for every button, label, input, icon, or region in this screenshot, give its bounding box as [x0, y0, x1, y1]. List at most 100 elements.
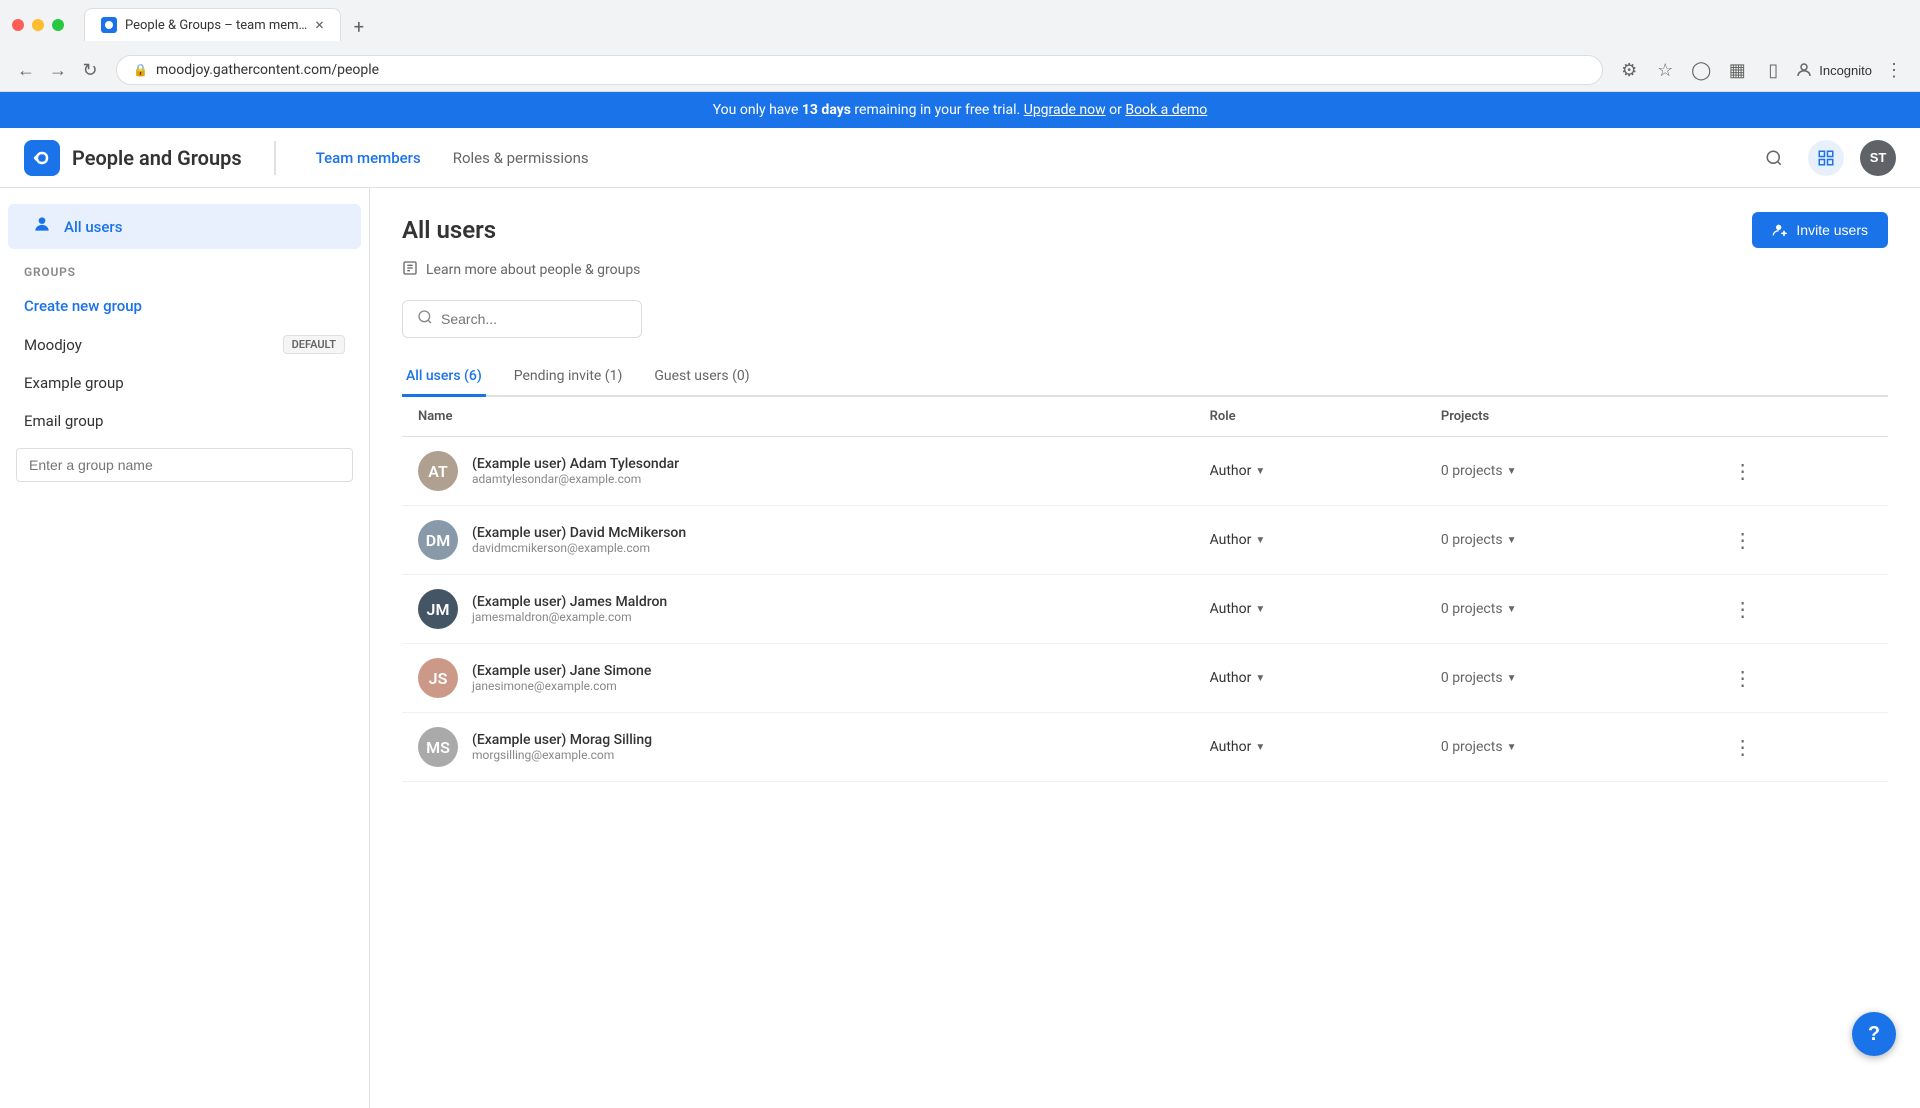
app-logo[interactable] [24, 140, 60, 176]
projects-dropdown[interactable]: 0 projects ▼ [1441, 601, 1693, 617]
group-example[interactable]: Example group [0, 364, 369, 402]
window-close-btn[interactable] [12, 19, 24, 31]
role-label: Author [1210, 532, 1252, 548]
user-name-cell: JS (Example user) Jane Simone janesimone… [402, 644, 1194, 713]
sidebar-browser-btn[interactable]: ▯ [1759, 56, 1787, 84]
active-tab[interactable]: People & Groups – team mem… × [84, 8, 341, 41]
group-name: Email group [24, 412, 103, 430]
incognito-btn[interactable]: Incognito [1795, 61, 1872, 79]
banner-prefix: You only have [713, 102, 802, 118]
tab-close-btn[interactable]: × [315, 17, 324, 33]
user-role-cell: Author ▼ [1194, 713, 1425, 782]
chevron-down-icon: ▼ [1255, 742, 1265, 753]
app-header: People and Groups Team members Roles & p… [0, 128, 1920, 188]
upgrade-link[interactable]: Upgrade now [1024, 102, 1106, 118]
profile-circle-btn[interactable]: ◯ [1687, 56, 1715, 84]
learn-more-link[interactable]: Learn more about people & groups [402, 260, 1888, 280]
group-moodjoy[interactable]: Moodjoy DEFAULT [0, 325, 369, 364]
chevron-down-icon: ▼ [1507, 742, 1517, 753]
projects-dropdown[interactable]: 0 projects ▼ [1441, 463, 1693, 479]
more-browser-btn[interactable]: ⋮ [1880, 56, 1908, 84]
user-role-cell: Author ▼ [1194, 437, 1425, 506]
window-maximize-btn[interactable] [52, 19, 64, 31]
create-new-group[interactable]: Create new group [0, 287, 369, 325]
search-icon [417, 309, 433, 329]
user-role-cell: Author ▼ [1194, 506, 1425, 575]
col-name: Name [402, 397, 1194, 437]
projects-dropdown[interactable]: 0 projects ▼ [1441, 739, 1693, 755]
user-more-btn[interactable]: ⋮ [1725, 593, 1761, 626]
user-projects-cell: 0 projects ▼ [1425, 506, 1709, 575]
tab-pending-invite[interactable]: Pending invite (1) [510, 358, 627, 397]
window-minimize-btn[interactable] [32, 19, 44, 31]
table-row: JM (Example user) James Maldron jamesmal… [402, 575, 1888, 644]
user-display-name: (Example user) David McMikerson [472, 525, 686, 541]
grid-icon-btn[interactable] [1808, 140, 1844, 176]
user-more-btn[interactable]: ⋮ [1725, 731, 1761, 764]
new-group-input-area [16, 448, 353, 482]
user-avatar-btn[interactable]: ST [1860, 140, 1896, 176]
role-dropdown[interactable]: Author ▼ [1210, 463, 1409, 479]
user-avatar: JS [418, 658, 458, 698]
role-dropdown[interactable]: Author ▼ [1210, 739, 1409, 755]
banner-days: 13 days [802, 102, 851, 118]
tab-all-users[interactable]: All users (6) [402, 358, 486, 397]
col-role: Role [1194, 397, 1425, 437]
sidebar-all-users[interactable]: All users [8, 204, 361, 249]
user-email: adamtylesondar@example.com [472, 472, 679, 486]
user-display-name: (Example user) James Maldron [472, 594, 667, 610]
user-more-btn[interactable]: ⋮ [1725, 524, 1761, 557]
demo-link[interactable]: Book a demo [1125, 102, 1207, 118]
banner-or: or [1106, 102, 1126, 118]
role-dropdown[interactable]: Author ▼ [1210, 601, 1409, 617]
trial-banner: You only have 13 days remaining in your … [0, 92, 1920, 128]
user-display-name: (Example user) Morag Silling [472, 732, 652, 748]
user-more-btn[interactable]: ⋮ [1725, 455, 1761, 488]
forward-btn[interactable]: → [44, 56, 72, 84]
user-role-cell: Author ▼ [1194, 644, 1425, 713]
user-display-name: (Example user) Adam Tylesondar [472, 456, 679, 472]
projects-label: 0 projects [1441, 463, 1503, 479]
group-email[interactable]: Email group [0, 402, 369, 440]
tab-bar: People & Groups – team mem… × + [72, 8, 385, 41]
extensions-btn[interactable]: ⚙ [1615, 56, 1643, 84]
user-more-btn[interactable]: ⋮ [1725, 662, 1761, 695]
tab-guest-users[interactable]: Guest users (0) [650, 358, 753, 397]
user-projects-cell: 0 projects ▼ [1425, 644, 1709, 713]
user-email: janesimone@example.com [472, 679, 651, 693]
refresh-btn[interactable]: ↻ [76, 56, 104, 84]
nav-team-members[interactable]: Team members [300, 141, 437, 175]
window-controls [12, 19, 64, 31]
projects-dropdown[interactable]: 0 projects ▼ [1441, 670, 1693, 686]
role-dropdown[interactable]: Author ▼ [1210, 532, 1409, 548]
learn-more-text: Learn more about people & groups [426, 262, 640, 278]
help-btn[interactable]: ? [1852, 1012, 1896, 1056]
default-badge: DEFAULT [283, 335, 345, 354]
user-role-cell: Author ▼ [1194, 575, 1425, 644]
user-avatar: AT [418, 451, 458, 491]
col-actions [1709, 397, 1888, 437]
role-dropdown[interactable]: Author ▼ [1210, 670, 1409, 686]
new-tab-btn[interactable]: + [345, 13, 373, 41]
user-avatar: MS [418, 727, 458, 767]
table-row: MS (Example user) Morag Silling morgsill… [402, 713, 1888, 782]
search-header-btn[interactable] [1756, 140, 1792, 176]
groups-section-label: GROUPS [0, 249, 369, 287]
user-email: davidmcmikerson@example.com [472, 541, 686, 555]
search-input[interactable] [441, 311, 627, 327]
url-bar[interactable]: 🔒 moodjoy.gathercontent.com/people [116, 55, 1603, 85]
projects-label: 0 projects [1441, 601, 1503, 617]
role-label: Author [1210, 601, 1252, 617]
create-group-link[interactable]: Create new group [24, 297, 142, 315]
search-bar [402, 300, 642, 338]
projects-dropdown[interactable]: 0 projects ▼ [1441, 532, 1693, 548]
invite-users-btn[interactable]: Invite users [1752, 212, 1888, 248]
invite-btn-label: Invite users [1796, 222, 1868, 238]
browser-nav-buttons: ← → ↻ [12, 56, 104, 84]
tab-title: People & Groups – team mem… [125, 18, 307, 33]
back-btn[interactable]: ← [12, 56, 40, 84]
nav-roles-permissions[interactable]: Roles & permissions [437, 141, 605, 175]
bookmark-btn[interactable]: ☆ [1651, 56, 1679, 84]
new-group-input[interactable] [16, 448, 353, 482]
puzzle-btn[interactable]: ▦ [1723, 56, 1751, 84]
